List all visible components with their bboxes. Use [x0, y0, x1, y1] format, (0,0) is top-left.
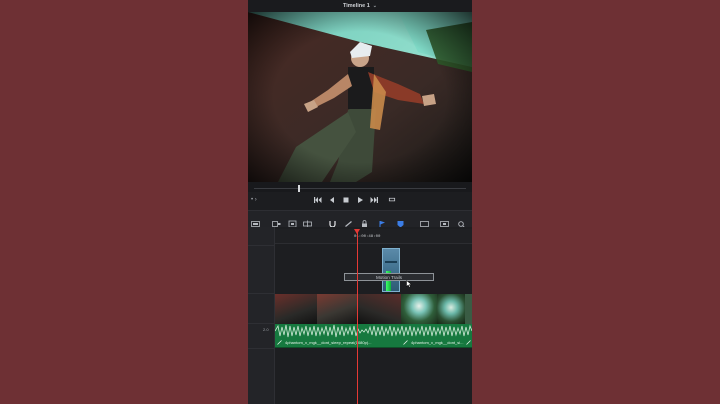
viewer-frame-image [248, 12, 472, 182]
playhead-line[interactable] [357, 232, 358, 404]
link-icon [403, 340, 408, 345]
adjustment-clip[interactable] [382, 248, 400, 292]
clip-bottom-edge [275, 347, 472, 348]
lock-icon[interactable] [360, 215, 369, 228]
zoom-detail-icon[interactable] [440, 215, 449, 227]
clip-thumbnail[interactable] [437, 294, 466, 324]
clip-name-label[interactable]: 4phantom_x_mgk__dont_sleep_repeat(1080p)… [285, 340, 372, 345]
editor-window: Timeline 1 ⌄ • › 2.0 01:00:48:00 Motion … [248, 0, 472, 404]
chevron-down-icon[interactable]: ⌄ [373, 3, 377, 9]
link-icon [466, 340, 471, 345]
skip-back-icon[interactable] [314, 195, 322, 205]
timeline-title[interactable]: Timeline 1 [343, 3, 370, 9]
track-divider [248, 245, 274, 246]
clip-name-label[interactable]: 4phantom_x_mgk__dont_sl... [411, 340, 463, 345]
timeline-panel[interactable]: 2.0 01:00:48:00 Motion Trails 4phantom_x… [248, 227, 472, 404]
prev-frame-icon[interactable] [328, 195, 336, 205]
mouse-cursor-icon [406, 280, 413, 288]
skip-forward-icon[interactable] [370, 195, 378, 205]
audio-channel-label: 2.0 [263, 327, 269, 332]
clip-marker [385, 261, 397, 263]
clip-thumbnail[interactable] [357, 294, 402, 324]
video-track-1[interactable] [275, 294, 472, 324]
audio-track-1[interactable]: 4phantom_x_mgk__dont_sleep_repeat(1080p)… [275, 324, 472, 348]
search-icon[interactable] [456, 215, 465, 228]
dynamic-trim-icon[interactable] [288, 215, 297, 228]
transport-bar: • › [248, 192, 472, 210]
title-bar[interactable]: Timeline 1 ⌄ [248, 0, 472, 12]
flag-icon[interactable] [378, 215, 387, 228]
zoom-full-icon[interactable] [420, 215, 429, 227]
jog-indicator[interactable]: • › [251, 197, 257, 203]
edit-toolbar [248, 210, 472, 228]
scrubber-track[interactable] [254, 188, 466, 189]
trim-icon[interactable] [272, 215, 281, 227]
snapping-icon[interactable] [328, 215, 337, 228]
scrubber-handle[interactable] [298, 185, 300, 192]
clip-thumbnail[interactable] [465, 294, 472, 324]
blade-icon[interactable] [303, 215, 312, 228]
clip-thumbnail[interactable] [401, 294, 438, 324]
track-headers[interactable] [248, 227, 275, 404]
loop-icon[interactable] [388, 195, 396, 205]
clip-thumbnail[interactable] [317, 294, 358, 324]
track-divider [248, 293, 274, 294]
track-divider [248, 348, 274, 349]
audio-waveform [275, 324, 472, 338]
track-divider [248, 323, 274, 324]
link-icon [277, 340, 282, 345]
linked-selection-icon[interactable] [344, 215, 353, 227]
video-viewer[interactable] [248, 12, 472, 182]
clip-thumbnail[interactable] [275, 294, 318, 324]
selection-mode-icon[interactable] [251, 215, 260, 227]
stop-icon[interactable] [342, 195, 350, 205]
transport-controls [314, 195, 396, 205]
playhead-handle[interactable] [354, 229, 360, 234]
play-icon[interactable] [356, 195, 364, 205]
marker-icon[interactable] [396, 215, 405, 228]
